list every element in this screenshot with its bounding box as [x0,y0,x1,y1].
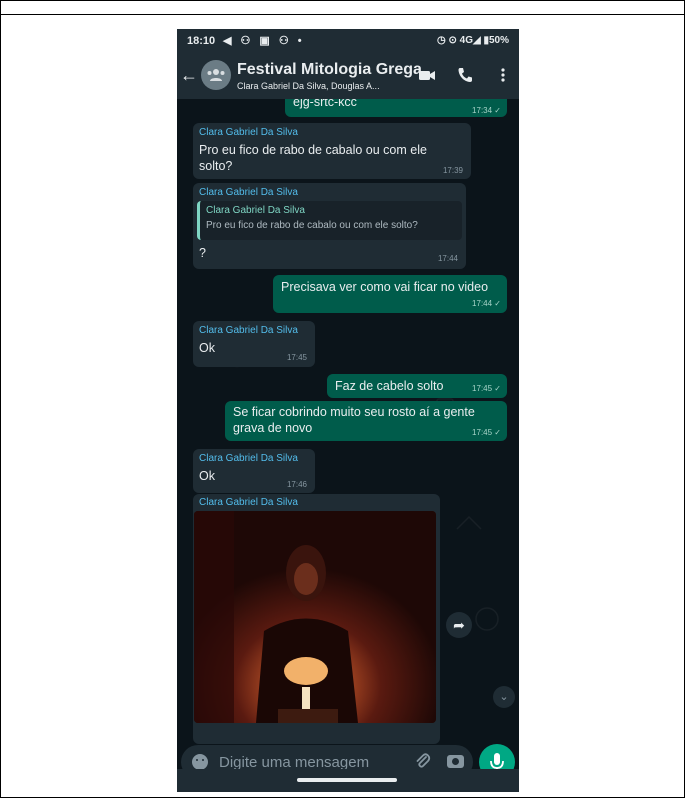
quoted-message[interactable]: Clara Gabriel Da Silva Pro eu fico de ra… [197,201,462,240]
message-text-line: Pro eu fico de rabo de cabalo ou com ele [199,143,427,157]
message-bubble-incoming[interactable]: Clara Gabriel Da Silva Ok 17:46 [193,449,315,493]
message-text: Faz de cabelo solto [335,379,444,393]
message-text: ejg-srtc-kcc [293,99,357,109]
group-icon [207,69,225,81]
navigation-bar [177,769,519,792]
video-camera-icon[interactable] [417,65,437,85]
share-forward-icon[interactable]: ➦ [446,612,472,638]
phone-screen: 18:10 ◀ ⚇ ▣ ⚇ • ◷ ⊙ 4G◢ ▮50% ← Festival … [177,29,519,792]
message-bubble-incoming[interactable]: Clara Gabriel Da Silva Ok 17:45 [193,321,315,367]
notification-icons: ◀ ⚇ ▣ ⚇ • [223,35,305,47]
message-bubble-outgoing[interactable]: Precisava ver como vai ficar no video 17… [273,275,507,313]
message-text-line: solto? [199,159,233,173]
home-gesture-pill[interactable] [297,778,397,782]
more-vert-icon[interactable] [493,65,513,85]
arrow-left-icon[interactable]: ← [180,66,198,84]
status-bar: 18:10 ◀ ⚇ ▣ ⚇ • ◷ ⊙ 4G◢ ▮50% [177,29,519,53]
shared-photo[interactable] [194,511,436,723]
group-title[interactable]: Festival Mitologia Grega [237,61,422,79]
phone-icon[interactable] [455,65,475,85]
photo-image [194,511,436,723]
message-time: 17:45 [286,353,307,362]
sender-name: Clara Gabriel Da Silva [199,453,298,464]
message-bubble-outgoing[interactable]: ejg-srtc-kcc 17:34 ✓ [285,99,507,117]
message-bubble-image[interactable]: Clara Gabriel Da Silva [193,494,440,744]
message-bubble-incoming[interactable]: Clara Gabriel Da Silva Pro eu fico de ra… [193,123,471,179]
message-time: 17:44 ✓ [472,299,501,308]
message-time: 17:45 ✓ [472,384,501,393]
message-bubble-incoming-reply[interactable]: Clara Gabriel Da Silva Clara Gabriel Da … [193,183,466,269]
chevron-double-down-icon[interactable]: ⌄ [493,686,515,708]
quoted-sender: Clara Gabriel Da Silva [206,205,305,216]
message-text: Precisava ver como vai ficar no video [281,280,489,294]
sender-name: Clara Gabriel Da Silva [199,187,298,198]
message-time: 17:39 [442,166,463,175]
message-time: 17:44 [437,254,458,263]
emoji-icon[interactable] [192,754,208,770]
status-time: 18:10 [187,35,216,47]
chat-header: ← Festival Mitologia Grega Clara Gabriel… [177,53,519,99]
message-text-line: Se ficar cobrindo muito seu rosto aí a g… [233,405,475,419]
message-time: 17:45 ✓ [472,428,501,437]
message-text: Ok [199,341,215,355]
message-bubble-outgoing[interactable]: Faz de cabelo solto 17:45 ✓ [327,374,507,398]
group-avatar[interactable] [201,60,231,90]
top-divider [0,14,685,15]
quoted-text: Pro eu fico de rabo de cabalo ou com ele… [206,220,418,231]
message-time: 17:34 ✓ [472,106,501,115]
message-time: 17:46 [286,480,307,489]
message-text: ? [199,246,206,260]
group-members[interactable]: Clara Gabriel Da Silva, Douglas A... [237,81,380,91]
message-list[interactable]: ejg-srtc-kcc 17:34 ✓ Clara Gabriel Da Si… [177,99,519,744]
sender-name: Clara Gabriel Da Silva [199,127,298,138]
system-icons: ◷ ⊙ 4G◢ ▮50% [437,35,509,46]
message-text-line: grava de novo [233,421,313,435]
message-text: Ok [199,469,215,483]
camera-icon[interactable] [447,755,464,768]
sender-name: Clara Gabriel Da Silva [199,325,298,336]
message-bubble-outgoing[interactable]: Se ficar cobrindo muito seu rosto aí a g… [225,401,507,441]
sender-name: Clara Gabriel Da Silva [199,497,298,508]
